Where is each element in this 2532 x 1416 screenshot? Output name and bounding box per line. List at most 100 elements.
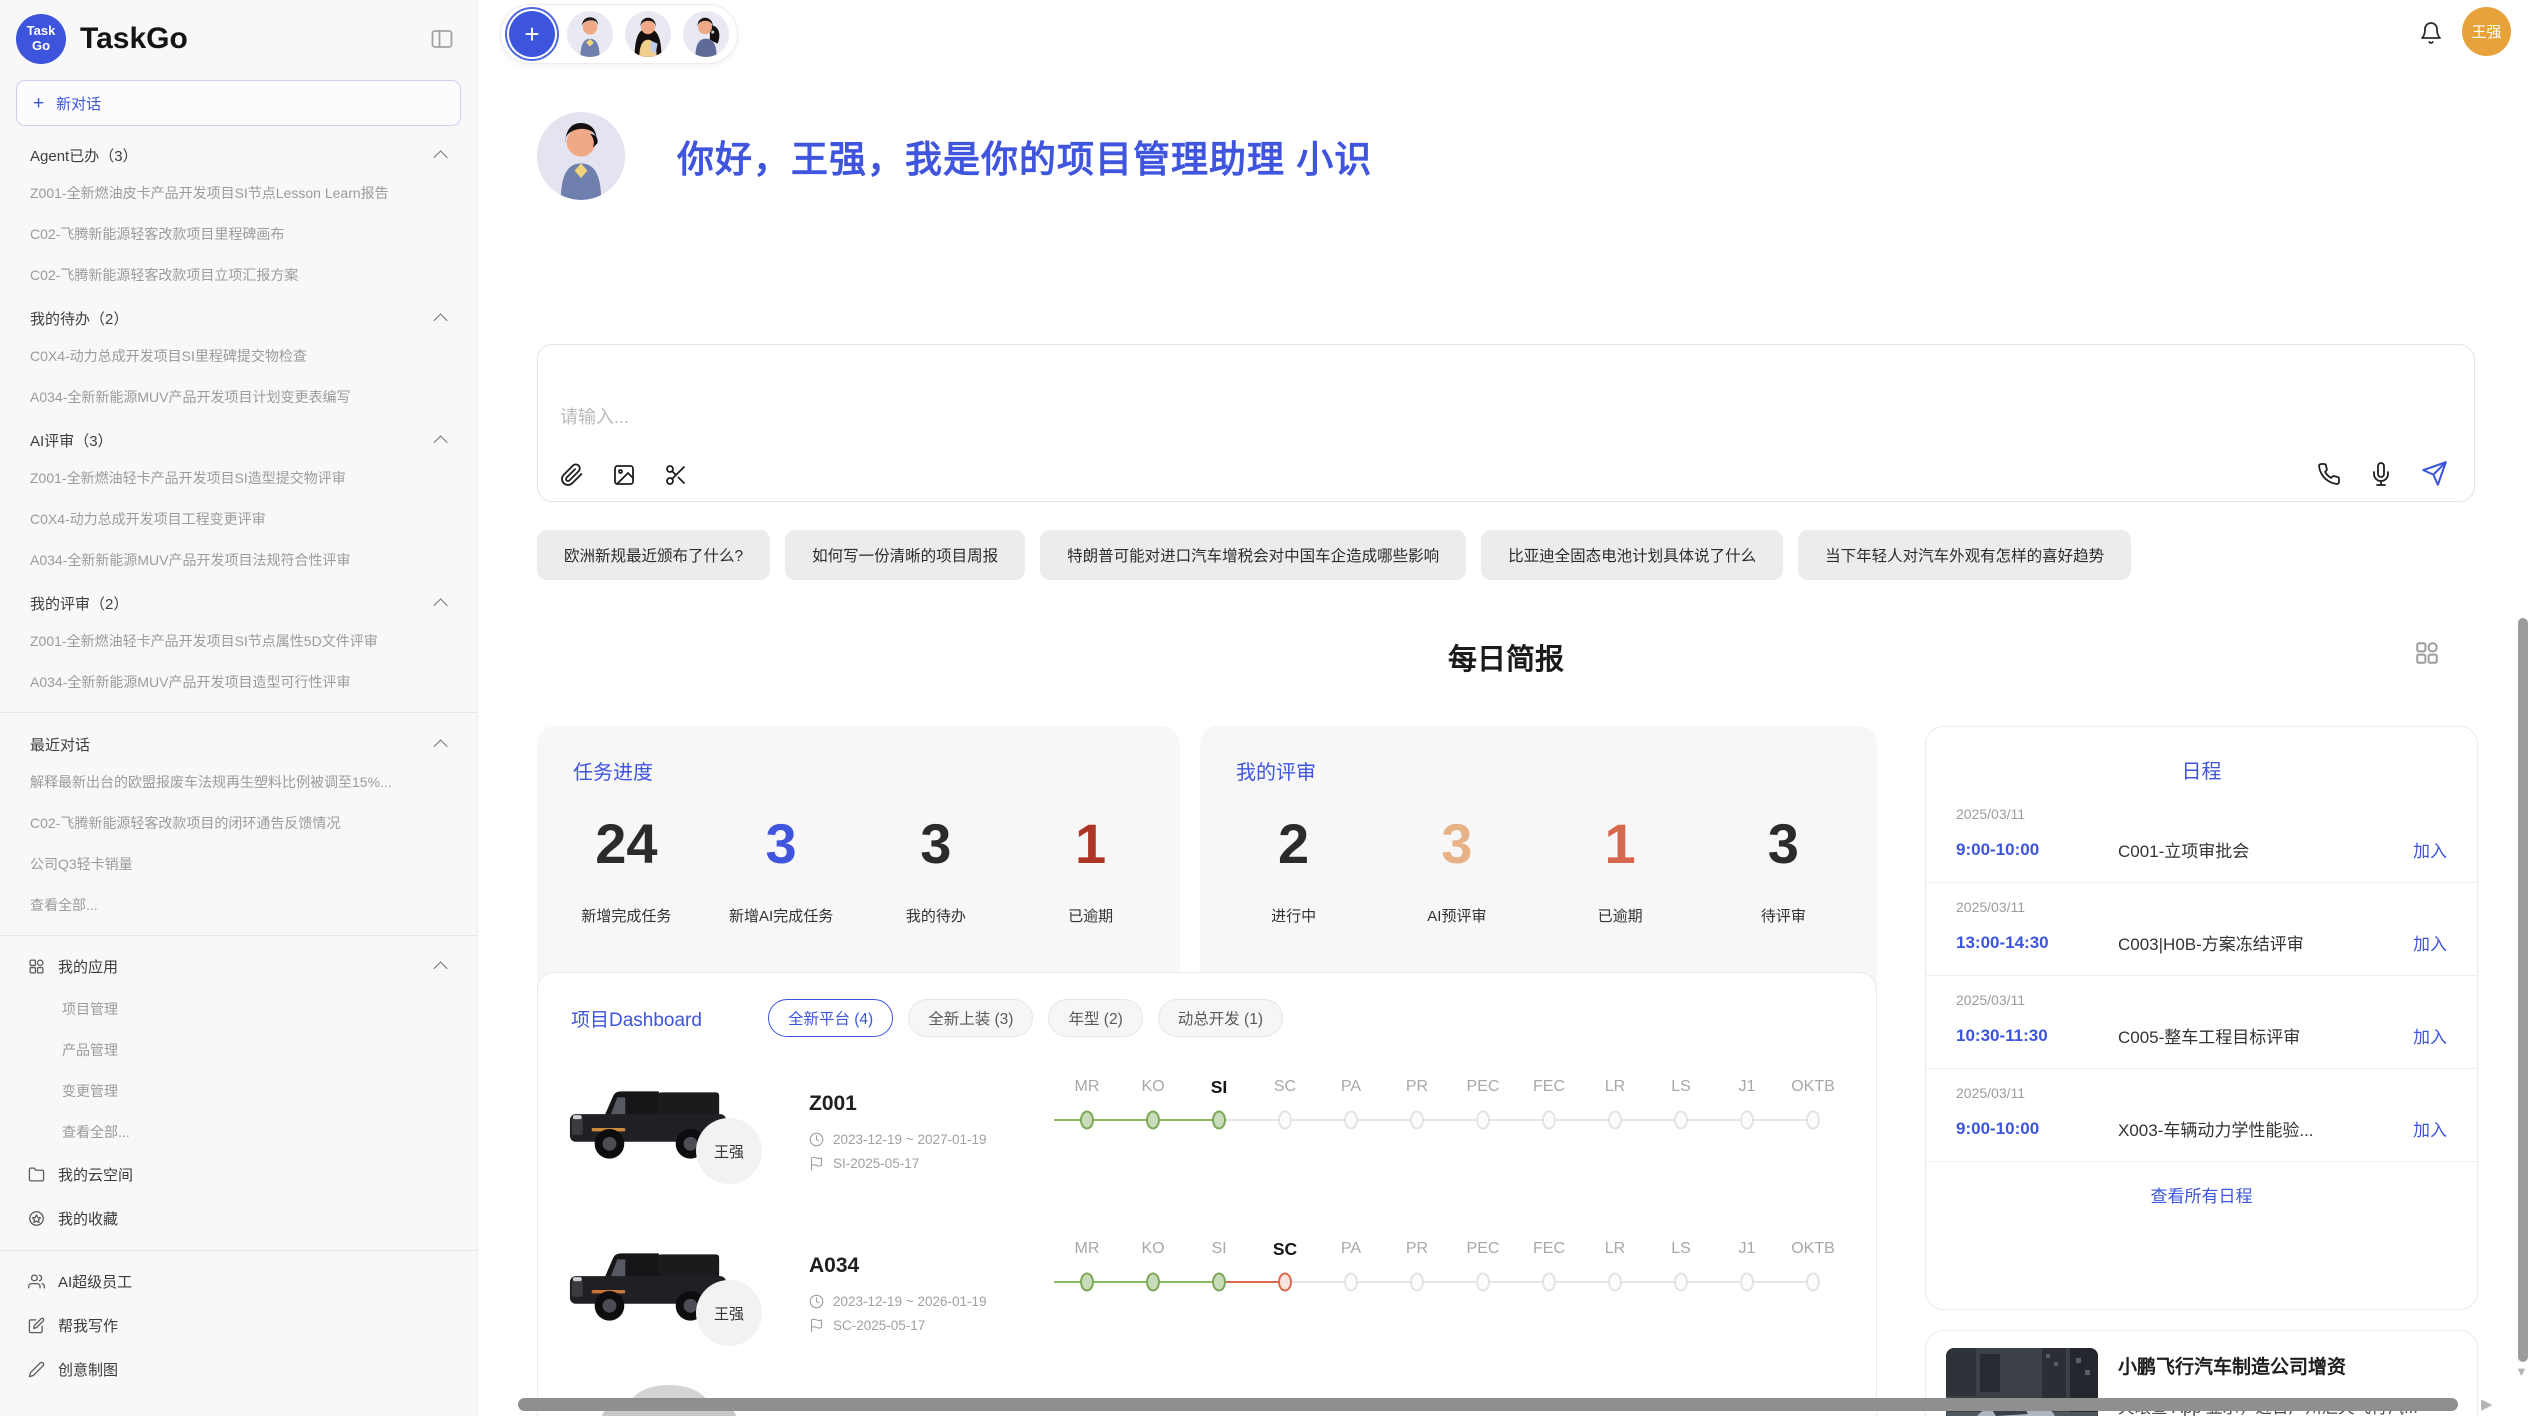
new-chat-button[interactable]: + 新对话 [16,80,461,126]
vertical-scrollbar[interactable] [2518,618,2528,1362]
app-item[interactable]: 变更管理 [0,1070,477,1111]
suggestion-chip[interactable]: 如何写一份清晰的项目周报 [785,530,1025,580]
sidebar-item[interactable]: Z001-全新燃油皮卡产品开发项目SI节点Lesson Learn报告 [0,172,477,213]
schedule-name: C003|H0B-方案冻结评审 [2118,930,2399,955]
send-icon[interactable] [2421,460,2448,487]
join-link[interactable]: 加入 [2413,837,2447,862]
scroll-down-arrow[interactable]: ▼ [2515,1364,2528,1379]
milestone: SC [1252,1233,1318,1299]
chat-input[interactable]: 请输入... [560,403,2054,429]
bell-icon[interactable] [2419,21,2443,45]
join-link[interactable]: 加入 [2413,1023,2447,1048]
my-review-list: Z001-全新燃油轻卡产品开发项目SI节点属性5D文件评审A034-全新新能源M… [0,620,477,702]
sidebar-section-agent-done[interactable]: Agent已办（3） [0,132,477,172]
add-assistant-button[interactable]: + [509,11,555,57]
sidebar-favorites[interactable]: 我的收藏 [0,1196,477,1240]
help-me-write-label: 帮我写作 [58,1315,118,1336]
project-row-z001[interactable]: 王强 Z001 2023-12-19 ~ 2027-01-19 SI-2025-… [538,1057,1876,1205]
sidebar-collapse-icon[interactable] [429,27,455,51]
sidebar-help-me-write[interactable]: 帮我写作 [0,1303,477,1347]
sidebar-cloud-space[interactable]: 我的云空间 [0,1152,477,1196]
recent-item[interactable]: 查看全部... [0,884,477,925]
app-item[interactable]: 查看全部... [0,1111,477,1152]
sidebar-creative-drawing[interactable]: 创意制图 [0,1347,477,1391]
milestone-dot-area [1252,1103,1318,1137]
app-logo: Task Go [16,14,66,64]
sidebar-item[interactable]: C0X4-动力总成开发项目SI里程碑提交物检查 [0,335,477,376]
paperclip-icon[interactable] [560,463,584,487]
recent-item[interactable]: 公司Q3轻卡销量 [0,843,477,884]
sidebar-item[interactable]: A034-全新新能源MUV产品开发项目计划变更表编写 [0,376,477,417]
schedule-name: C005-整车工程目标评审 [2118,1023,2399,1048]
stat-label: 新增AI完成任务 [726,905,836,926]
milestone-label: PEC [1450,1233,1516,1265]
users-icon [28,1273,45,1290]
stat: 24 新增完成任务 [571,813,681,926]
sidebar-item[interactable]: C0X4-动力总成开发项目工程变更评审 [0,498,477,539]
sidebar-item[interactable]: A034-全新新能源MUV产品开发项目法规符合性评审 [0,539,477,580]
project-row-a034[interactable]: 王强 A034 2023-12-19 ~ 2026-01-19 SC-2025-… [538,1219,1876,1367]
sidebar-item[interactable]: C02-飞腾新能源轻客改款项目立项汇报方案 [0,254,477,295]
image-icon[interactable] [612,463,636,487]
join-link[interactable]: 加入 [2413,1116,2447,1141]
milestone-dot-area [1120,1265,1186,1299]
dashboard-tab[interactable]: 动总开发 (1) [1158,999,1283,1037]
sidebar-ai-super-staff[interactable]: AI超级员工 [0,1259,477,1303]
milestone-dot-area [1780,1265,1846,1299]
sidebar-section-ai-review[interactable]: AI评审（3） [0,417,477,457]
dashboard-tab[interactable]: 年型 (2) [1048,999,1142,1037]
suggestion-chip[interactable]: 当下年轻人对汽车外观有怎样的喜好趋势 [1798,530,2131,580]
sidebar-item[interactable]: Z001-全新燃油轻卡产品开发项目SI节点属性5D文件评审 [0,620,477,661]
project-info: Z001 2023-12-19 ~ 2027-01-19 SI-2025-05-… [799,1092,1054,1171]
milestone-label: LS [1648,1233,1714,1265]
composer-attachments [560,463,688,487]
milestone: PA [1318,1233,1384,1299]
suggestion-chip[interactable]: 比亚迪全固态电池计划具体说了什么 [1481,530,1783,580]
schedule-card: 日程 2025/03/11 9:00-10:00 C001-立项审批会 加入 2… [1925,726,2478,1310]
recent-item[interactable]: 解释最新出台的欧盟报废车法规再生塑料比例被调至15%... [0,761,477,802]
milestone-label: PA [1318,1233,1384,1265]
favorites-label: 我的收藏 [58,1208,118,1229]
schedule-main: 9:00-10:00 X003-车辆动力学性能验... 加入 [1956,1116,2447,1141]
recent-item[interactable]: C02-飞腾新能源轻客改款项目的闭环通告反馈情况 [0,802,477,843]
app-item[interactable]: 项目管理 [0,988,477,1029]
sidebar-item[interactable]: A034-全新新能源MUV产品开发项目造型可行性评审 [0,661,477,702]
view-all-schedule-link[interactable]: 查看所有日程 [1926,1182,2477,1207]
sidebar-item[interactable]: C02-飞腾新能源轻客改款项目里程碑画布 [0,213,477,254]
grid-apps-icon[interactable] [2414,640,2440,666]
user-avatar[interactable]: 王强 [2462,7,2511,56]
scroll-right-arrow[interactable]: ▶ [2481,1395,2493,1413]
phone-icon[interactable] [2317,462,2341,486]
assistant-avatar-3[interactable] [683,11,729,57]
suggestion-chip[interactable]: 特朗普可能对进口汽车增税会对中国车企造成哪些影响 [1040,530,1466,580]
sidebar-section-my-todo[interactable]: 我的待办（2） [0,295,477,335]
schedule-list: 2025/03/11 9:00-10:00 C001-立项审批会 加入 2025… [1926,790,2477,1162]
milestone-dot [1740,1273,1754,1292]
assistant-avatar-1[interactable] [567,11,613,57]
dashboard-tab[interactable]: 全新平台 (4) [768,999,893,1037]
horizontal-scrollbar[interactable] [518,1398,2458,1411]
milestone-dot [1278,1111,1292,1130]
sidebar-section-recent[interactable]: 最近对话 [0,721,477,761]
sidebar-item[interactable]: Z001-全新燃油轻卡产品开发项目SI造型提交物评审 [0,457,477,498]
sidebar-my-apps[interactable]: 我的应用 [0,944,477,988]
stat: 3 新增AI完成任务 [726,813,836,926]
milestone-dot [1674,1111,1688,1130]
assistant-avatar-2[interactable] [625,11,671,57]
stat-label: 进行中 [1239,905,1349,926]
my-apps-label: 我的应用 [58,956,118,977]
join-link[interactable]: 加入 [2413,930,2447,955]
suggestion-chip[interactable]: 欧洲新规最近颁布了什么? [537,530,770,580]
recent-list: 解释最新出台的欧盟报废车法规再生塑料比例被调至15%...C02-飞腾新能源轻客… [0,761,477,925]
scissors-icon[interactable] [664,463,688,487]
dashboard-tab[interactable]: 全新上装 (3) [908,999,1033,1037]
sidebar-section-my-review[interactable]: 我的评审（2） [0,580,477,620]
project-owner-avatar: 王强 [696,1280,762,1346]
milestone-dot-area [1648,1103,1714,1137]
milestone-dot-area [1186,1103,1252,1137]
milestone-dot [1212,1273,1226,1292]
project-dates: 2023-12-19 ~ 2026-01-19 [809,1294,1054,1309]
microphone-icon[interactable] [2369,462,2393,486]
app-item[interactable]: 产品管理 [0,1029,477,1070]
plus-icon: + [33,94,44,113]
